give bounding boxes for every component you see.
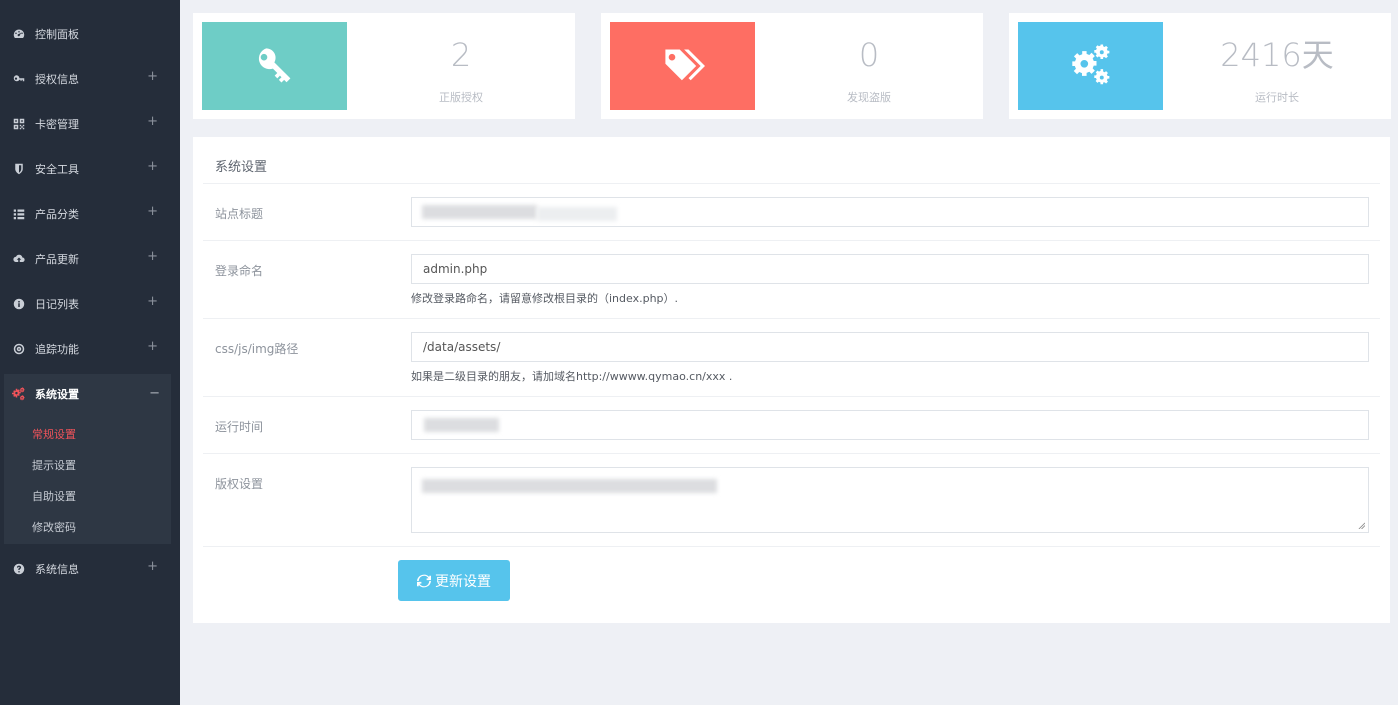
target-icon [12,342,26,356]
asset-path-field[interactable]: /data/assets/ [411,332,1369,362]
tags-icon [664,49,705,81]
copyright-textarea[interactable] [411,467,1369,533]
key-icon [12,72,26,86]
sidebar-item-categories[interactable]: 产品分类 + [0,191,180,236]
run-time-field[interactable] [411,410,1369,440]
stat-card-licenses: 2 正版授权 [193,13,575,119]
sidebar-item-label: 控制面板 [35,27,79,41]
shield-icon [12,162,26,176]
stat-value: 0 [858,36,880,74]
panel-title: 系统设置 [215,160,268,175]
login-name-field[interactable]: admin.php [411,254,1369,284]
sidebar: 控制面板 授权信息 + 卡密管理 + 安全工具 + 产品分类 + 产品更新 + … [0,0,180,705]
sidebar-item-updates[interactable]: 产品更新 + [0,236,180,281]
resize-handle-icon[interactable] [1358,522,1365,529]
list-icon [12,207,26,221]
redacted-text [537,207,617,221]
copyright-label: 版权设置 [215,477,264,491]
update-settings-button[interactable]: 更新设置 [398,560,510,601]
expand-icon: + [147,249,158,264]
sidebar-item-system-info[interactable]: 系统信息 + [0,546,180,591]
redacted-text [422,479,717,493]
divider [203,318,1380,319]
divider [203,546,1380,547]
stat-label: 发现盗版 [847,91,891,104]
stat-swatch [202,22,347,110]
sidebar-item-label: 系统设置 [35,388,79,401]
redacted-text [422,205,537,219]
sidebar-subitem-password[interactable]: 修改密码 [32,519,76,535]
cogs-icon [12,387,26,401]
stat-card-piracy: 0 发现盗版 [601,13,983,119]
sidebar-item-security[interactable]: 安全工具 + [0,146,180,191]
divider [203,453,1380,454]
stat-swatch [610,22,755,110]
expand-icon: + [147,159,158,174]
sidebar-item-tracking[interactable]: 追踪功能 + [0,326,180,371]
sidebar-subitem-selfservice[interactable]: 自助设置 [32,488,76,504]
update-settings-label: 更新设置 [435,573,491,590]
divider [203,240,1380,241]
sidebar-item-label: 授权信息 [35,72,79,86]
expand-icon: + [147,204,158,219]
site-title-field[interactable] [411,197,1369,227]
sidebar-item-cards[interactable]: 卡密管理 + [0,101,180,146]
cloud-upload-icon [12,252,26,266]
redacted-text [424,418,499,432]
qrcode-icon [12,117,26,131]
stat-label: 正版授权 [439,91,483,104]
sidebar-item-label: 产品分类 [35,207,79,221]
sidebar-item-license[interactable]: 授权信息 + [0,56,180,101]
expand-icon: + [147,69,158,84]
sidebar-item-label: 系统信息 [35,562,79,576]
collapse-icon: − [149,386,160,401]
run-time-label: 运行时间 [215,420,264,434]
asset-path-help: 如果是二级目录的朋友，请加域名http://wwww.qymao.cn/xxx … [411,370,733,383]
info-icon [12,297,26,311]
expand-icon: + [147,559,158,574]
expand-icon: + [147,339,158,354]
divider [203,396,1380,397]
divider [203,183,1380,184]
sidebar-group-system-settings: 系统设置 − 常规设置 提示设置 自助设置 修改密码 [4,374,171,544]
site-title-label: 站点标题 [215,207,264,221]
login-name-label: 登录命名 [215,264,264,278]
settings-panel: 系统设置 站点标题 登录命名 admin.php 修改登录路命名，请留意修改根目… [193,137,1390,623]
sidebar-item-label: 产品更新 [35,252,79,266]
dashboard-icon [12,27,26,41]
sidebar-item-label: 追踪功能 [35,342,79,356]
cogs-icon [1071,44,1109,85]
stat-swatch [1018,22,1163,110]
sidebar-item-dashboard[interactable]: 控制面板 [0,11,180,56]
stat-value: 2 [450,36,472,74]
login-name-help: 修改登录路命名，请留意修改根目录的（index.php）. [411,292,679,305]
sidebar-subitem-general[interactable]: 常规设置 [32,426,76,442]
sidebar-item-label: 卡密管理 [35,117,79,131]
stat-card-uptime: 2416天 运行时长 [1009,13,1391,119]
sidebar-item-label: 安全工具 [35,162,79,176]
refresh-icon [417,574,431,587]
sidebar-subitem-prompt[interactable]: 提示设置 [32,457,76,473]
question-icon [12,562,26,576]
stat-value: 2416天 [1220,36,1334,74]
sidebar-item-label: 日记列表 [35,297,79,311]
stat-label: 运行时长 [1255,91,1299,104]
key-icon [258,48,290,83]
sidebar-item-logs[interactable]: 日记列表 + [0,281,180,326]
expand-icon: + [147,294,158,309]
sidebar-item-system-settings[interactable]: 系统设置 − [0,374,175,414]
asset-path-label: css/js/img路径 [215,342,299,356]
expand-icon: + [147,114,158,129]
